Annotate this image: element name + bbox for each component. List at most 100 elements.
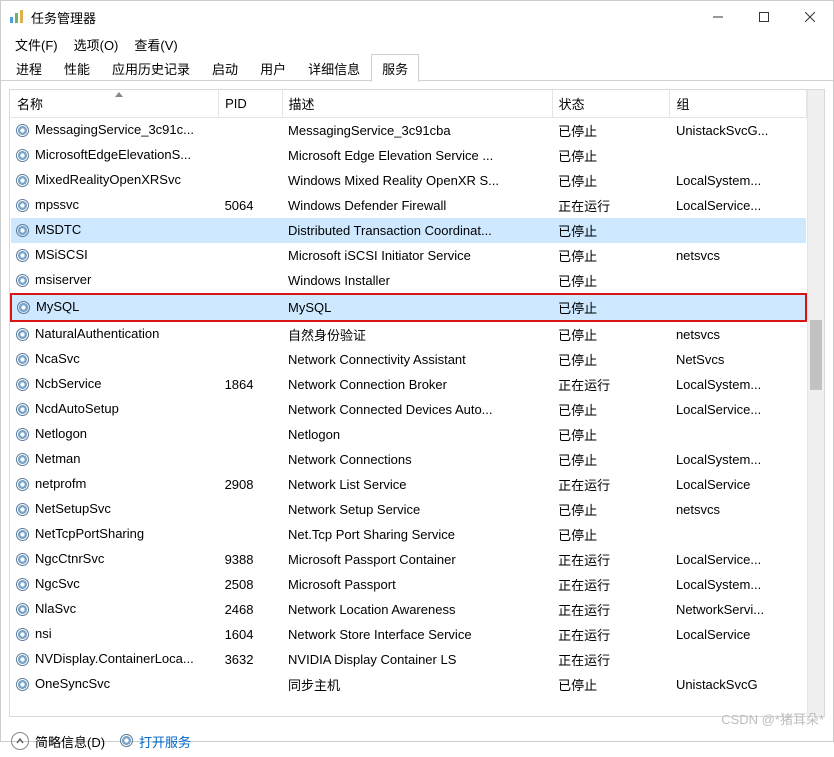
cell-pid: 3632 xyxy=(219,647,282,672)
service-icon xyxy=(15,677,31,693)
table-row[interactable]: NcbService1864Network Connection Broker正… xyxy=(11,372,806,397)
window-controls xyxy=(695,1,833,33)
cell-pid xyxy=(219,268,282,294)
maximize-button[interactable] xyxy=(741,1,787,33)
vertical-scrollbar[interactable] xyxy=(807,90,824,716)
cell-group: LocalSystem... xyxy=(670,447,806,472)
tab-details[interactable]: 详细信息 xyxy=(297,54,371,82)
cell-name: MessagingService_3c91c... xyxy=(11,118,219,144)
open-services-label: 打开服务 xyxy=(139,732,191,751)
menu-file[interactable]: 文件(F) xyxy=(9,33,68,56)
table-row[interactable]: mpssvc5064Windows Defender Firewall正在运行L… xyxy=(11,193,806,218)
cell-group: netsvcs xyxy=(670,321,806,347)
scrollbar-thumb[interactable] xyxy=(810,320,822,390)
tab-processes[interactable]: 进程 xyxy=(5,54,53,82)
cell-status: 正在运行 xyxy=(552,547,670,572)
service-icon xyxy=(15,627,31,643)
cell-status: 已停止 xyxy=(552,522,670,547)
cell-status: 已停止 xyxy=(552,168,670,193)
service-icon xyxy=(15,652,31,668)
table-row[interactable]: NetmanNetwork Connections已停止LocalSystem.… xyxy=(11,447,806,472)
cell-name: NVDisplay.ContainerLoca... xyxy=(11,647,219,672)
cell-desc: MySQL xyxy=(282,294,552,321)
col-pid[interactable]: PID xyxy=(219,90,282,118)
service-icon xyxy=(15,223,31,239)
cell-desc: Network Setup Service xyxy=(282,497,552,522)
cell-status: 正在运行 xyxy=(552,597,670,622)
table-row[interactable]: NaturalAuthentication自然身份验证已停止netsvcs xyxy=(11,321,806,347)
table-row[interactable]: NlaSvc2468Network Location Awareness正在运行… xyxy=(11,597,806,622)
table-row[interactable]: netprofm2908Network List Service正在运行Loca… xyxy=(11,472,806,497)
cell-pid: 1864 xyxy=(219,372,282,397)
open-services-link[interactable]: 打开服务 xyxy=(119,732,191,751)
table-row[interactable]: NgcCtnrSvc9388Microsoft Passport Contain… xyxy=(11,547,806,572)
less-details-link[interactable]: 简略信息(D) xyxy=(11,732,105,751)
tab-startup[interactable]: 启动 xyxy=(201,54,249,82)
cell-group: LocalService xyxy=(670,472,806,497)
cell-name: NcaSvc xyxy=(11,347,219,372)
services-table-container: 名称 PID 描述 状态 组 MessagingService_3c91c...… xyxy=(9,89,825,717)
cell-pid: 2508 xyxy=(219,572,282,597)
col-status[interactable]: 状态 xyxy=(552,90,670,118)
col-name[interactable]: 名称 xyxy=(11,90,219,118)
cell-group xyxy=(670,522,806,547)
service-icon xyxy=(15,477,31,493)
table-row[interactable]: nsi1604Network Store Interface Service正在… xyxy=(11,622,806,647)
table-row[interactable]: OneSyncSvc同步主机已停止UnistackSvcG xyxy=(11,672,806,697)
cell-status: 已停止 xyxy=(552,447,670,472)
cell-name: MicrosoftEdgeElevationS... xyxy=(11,143,219,168)
table-row[interactable]: NcdAutoSetupNetwork Connected Devices Au… xyxy=(11,397,806,422)
table-row[interactable]: NcaSvcNetwork Connectivity Assistant已停止N… xyxy=(11,347,806,372)
table-row[interactable]: NgcSvc2508Microsoft Passport正在运行LocalSys… xyxy=(11,572,806,597)
service-icon xyxy=(15,327,31,343)
cell-desc: Network List Service xyxy=(282,472,552,497)
tab-users[interactable]: 用户 xyxy=(249,54,297,82)
table-row[interactable]: msiserverWindows Installer已停止 xyxy=(11,268,806,294)
cell-group: LocalService... xyxy=(670,547,806,572)
cell-group: netsvcs xyxy=(670,243,806,268)
cell-desc: Windows Mixed Reality OpenXR S... xyxy=(282,168,552,193)
menu-options[interactable]: 选项(O) xyxy=(68,33,129,56)
menu-view[interactable]: 查看(V) xyxy=(128,33,187,56)
cell-desc: Network Location Awareness xyxy=(282,597,552,622)
cell-group: NetworkServi... xyxy=(670,597,806,622)
cell-pid xyxy=(219,397,282,422)
table-row[interactable]: MessagingService_3c91c...MessagingServic… xyxy=(11,118,806,144)
table-row[interactable]: MSiSCSIMicrosoft iSCSI Initiator Service… xyxy=(11,243,806,268)
minimize-button[interactable] xyxy=(695,1,741,33)
chevron-up-icon xyxy=(11,732,29,750)
service-icon xyxy=(119,733,135,749)
table-row[interactable]: MixedRealityOpenXRSvcWindows Mixed Reali… xyxy=(11,168,806,193)
table-row[interactable]: MSDTCDistributed Transaction Coordinat..… xyxy=(11,218,806,243)
service-icon xyxy=(15,552,31,568)
cell-name: netprofm xyxy=(11,472,219,497)
cell-status: 已停止 xyxy=(552,294,670,321)
table-row[interactable]: MySQLMySQL已停止 xyxy=(11,294,806,321)
cell-status: 已停止 xyxy=(552,143,670,168)
table-row[interactable]: MicrosoftEdgeElevationS...Microsoft Edge… xyxy=(11,143,806,168)
cell-pid xyxy=(219,522,282,547)
tab-services[interactable]: 服务 xyxy=(371,54,419,82)
services-table[interactable]: 名称 PID 描述 状态 组 MessagingService_3c91c...… xyxy=(10,90,807,697)
cell-group xyxy=(670,647,806,672)
close-button[interactable] xyxy=(787,1,833,33)
table-row[interactable]: NetTcpPortSharingNet.Tcp Port Sharing Se… xyxy=(11,522,806,547)
table-row[interactable]: NVDisplay.ContainerLoca...3632NVIDIA Dis… xyxy=(11,647,806,672)
table-row[interactable]: NetlogonNetlogon已停止 xyxy=(11,422,806,447)
cell-desc: Microsoft Passport Container xyxy=(282,547,552,572)
cell-desc: Netlogon xyxy=(282,422,552,447)
cell-name: MySQL xyxy=(11,294,219,321)
cell-group: LocalSystem... xyxy=(670,372,806,397)
window-title: 任务管理器 xyxy=(31,8,695,27)
table-row[interactable]: NetSetupSvcNetwork Setup Service已停止netsv… xyxy=(11,497,806,522)
cell-name: msiserver xyxy=(11,268,219,294)
cell-name: NlaSvc xyxy=(11,597,219,622)
cell-desc: Network Connections xyxy=(282,447,552,472)
tab-performance[interactable]: 性能 xyxy=(53,54,101,82)
cell-group: LocalSystem... xyxy=(670,168,806,193)
cell-pid xyxy=(219,294,282,321)
col-group[interactable]: 组 xyxy=(670,90,806,118)
col-desc[interactable]: 描述 xyxy=(282,90,552,118)
cell-name: MSDTC xyxy=(11,218,219,243)
tab-app-history[interactable]: 应用历史记录 xyxy=(101,54,201,82)
